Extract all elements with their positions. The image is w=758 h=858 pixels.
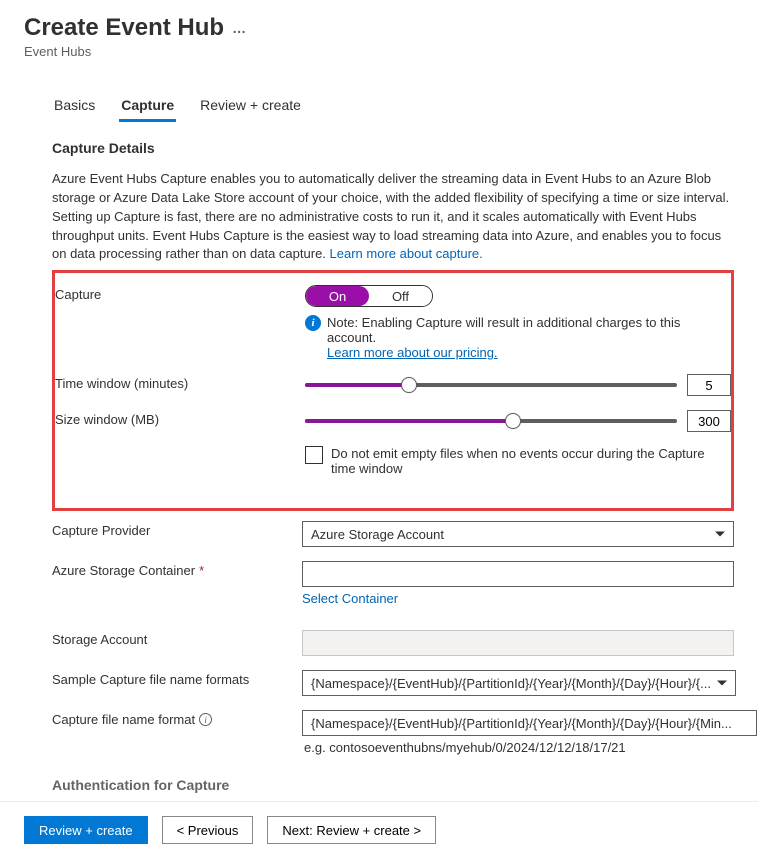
capture-note: Note: Enabling Capture will result in ad… <box>327 315 680 345</box>
toggle-on[interactable]: On <box>306 286 369 306</box>
storage-container-input[interactable] <box>302 561 734 587</box>
info-icon[interactable]: i <box>199 713 212 726</box>
capture-provider-label: Capture Provider <box>52 521 302 538</box>
capture-highlight-box: Capture On Off i Note: Enabling Capture … <box>52 270 734 511</box>
sample-formats-label: Sample Capture file name formats <box>52 670 302 687</box>
filename-format-input[interactable]: {Namespace}/{EventHub}/{PartitionId}/{Ye… <box>302 710 757 736</box>
select-container-link[interactable]: Select Container <box>302 591 398 606</box>
time-window-input[interactable] <box>687 374 731 396</box>
next-button[interactable]: Next: Review + create > <box>267 816 436 844</box>
filename-format-label: Capture file name format i <box>52 710 302 727</box>
empty-files-checkbox[interactable] <box>305 446 323 464</box>
capture-provider-select[interactable]: Azure Storage Account <box>302 521 734 547</box>
size-window-input[interactable] <box>687 410 731 432</box>
toggle-off[interactable]: Off <box>369 286 432 306</box>
time-window-label: Time window (minutes) <box>55 374 305 391</box>
size-window-slider[interactable] <box>305 419 677 423</box>
pricing-link[interactable]: Learn more about our pricing. <box>327 345 498 360</box>
tab-capture[interactable]: Capture <box>119 91 176 122</box>
sample-formats-select[interactable]: {Namespace}/{EventHub}/{PartitionId}/{Ye… <box>302 670 736 696</box>
empty-files-label: Do not emit empty files when no events o… <box>331 446 731 476</box>
capture-label: Capture <box>55 285 305 302</box>
slider-thumb[interactable] <box>401 377 417 393</box>
tab-basics[interactable]: Basics <box>52 91 97 122</box>
section-title-capture-details: Capture Details <box>52 140 734 156</box>
learn-more-capture-link[interactable]: Learn more about capture. <box>330 246 483 261</box>
size-window-label: Size window (MB) <box>55 410 305 427</box>
filename-example: e.g. contosoeventhubns/myehub/0/2024/12/… <box>302 740 757 755</box>
tab-bar: Basics Capture Review + create <box>52 91 734 122</box>
section-title-authentication: Authentication for Capture <box>52 777 734 793</box>
page-title: Create Event Hub <box>24 14 224 42</box>
footer-bar: Review + create < Previous Next: Review … <box>0 801 758 858</box>
slider-thumb[interactable] <box>505 413 521 429</box>
capture-details-description: Azure Event Hubs Capture enables you to … <box>52 170 734 264</box>
time-window-slider[interactable] <box>305 383 677 387</box>
storage-account-input <box>302 630 734 656</box>
more-actions-icon[interactable]: … <box>232 20 246 36</box>
storage-account-label: Storage Account <box>52 630 302 647</box>
breadcrumb: Event Hubs <box>24 44 734 59</box>
storage-container-label: Azure Storage Container * <box>52 561 302 578</box>
info-icon: i <box>305 315 321 331</box>
tab-review-create[interactable]: Review + create <box>198 91 303 122</box>
previous-button[interactable]: < Previous <box>162 816 254 844</box>
review-create-button[interactable]: Review + create <box>24 816 148 844</box>
capture-toggle[interactable]: On Off <box>305 285 433 307</box>
